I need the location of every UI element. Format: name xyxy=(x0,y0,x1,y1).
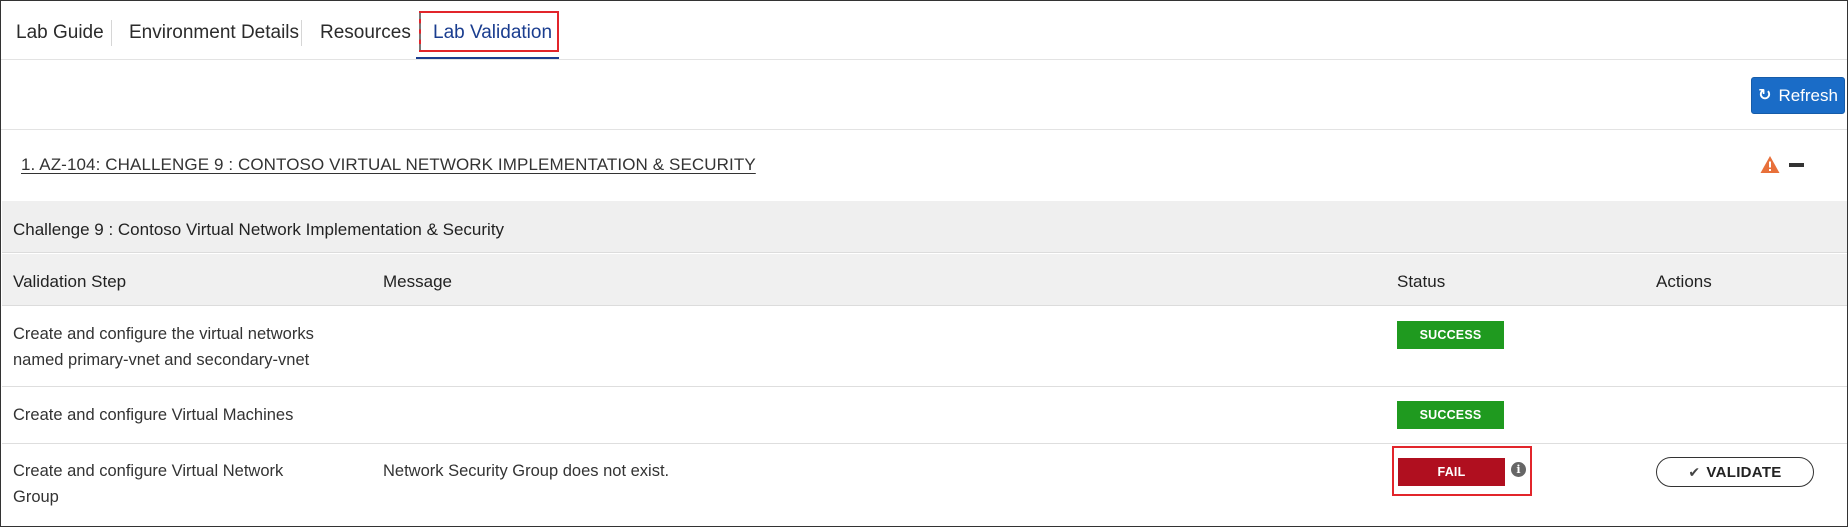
column-header-message: Message xyxy=(383,272,452,291)
info-icon[interactable]: i xyxy=(1511,462,1526,477)
active-tab-highlight-box xyxy=(419,11,559,52)
tab-resources[interactable]: Resources xyxy=(320,1,411,60)
section-header: 1. AZ-104: CHALLENGE 9 : CONTOSO VIRTUAL… xyxy=(1,131,1847,201)
tab-bar: Lab Guide Environment Details Resources … xyxy=(1,1,1847,60)
warning-icon xyxy=(1760,156,1780,173)
table-row: Create and configure the virtual network… xyxy=(2,307,1847,387)
collapse-icon[interactable] xyxy=(1789,163,1804,167)
column-header-validation-step: Validation Step xyxy=(13,272,127,291)
active-tab-indicator xyxy=(416,57,559,59)
tab-divider xyxy=(111,20,112,46)
validation-step-text: Create and configure the virtual network… xyxy=(13,325,314,369)
validation-step-text: Create and configure Virtual Machines xyxy=(13,406,294,424)
refresh-button[interactable]: ↻ Refresh xyxy=(1751,77,1845,114)
status-badge: SUCCESS xyxy=(1397,401,1504,429)
refresh-icon: ↻ xyxy=(1758,87,1772,104)
challenge-heading: Challenge 9 : Contoso Virtual Network Im… xyxy=(13,220,505,239)
message-text: Network Security Group does not exist. xyxy=(383,462,670,480)
validate-button-label: VALIDATE xyxy=(1706,463,1782,481)
checkmark-icon: ✔ xyxy=(1688,463,1701,480)
table-row: Create and configure Virtual Network Gro… xyxy=(2,445,1847,527)
challenge-heading-bar: Challenge 9 : Contoso Virtual Network Im… xyxy=(2,201,1847,253)
table-row: Create and configure Virtual Machines SU… xyxy=(2,388,1847,444)
section-title-link[interactable]: 1. AZ-104: CHALLENGE 9 : CONTOSO VIRTUAL… xyxy=(21,155,756,175)
lab-validation-panel: Lab Guide Environment Details Resources … xyxy=(0,0,1848,527)
refresh-button-label: Refresh xyxy=(1778,86,1838,105)
status-badge: FAIL xyxy=(1398,458,1505,486)
column-header-status: Status xyxy=(1397,272,1446,291)
tab-divider xyxy=(301,20,302,46)
validate-button[interactable]: ✔ VALIDATE xyxy=(1656,457,1814,487)
tab-environment-details[interactable]: Environment Details xyxy=(129,1,299,60)
tab-lab-guide[interactable]: Lab Guide xyxy=(16,1,104,60)
table-header: Validation Step Message Status Actions xyxy=(2,254,1847,306)
validation-step-text: Create and configure Virtual Network Gro… xyxy=(13,462,284,506)
column-header-actions: Actions xyxy=(1656,272,1712,291)
status-badge: SUCCESS xyxy=(1397,321,1504,349)
toolbar: ↻ Refresh xyxy=(1,60,1847,130)
